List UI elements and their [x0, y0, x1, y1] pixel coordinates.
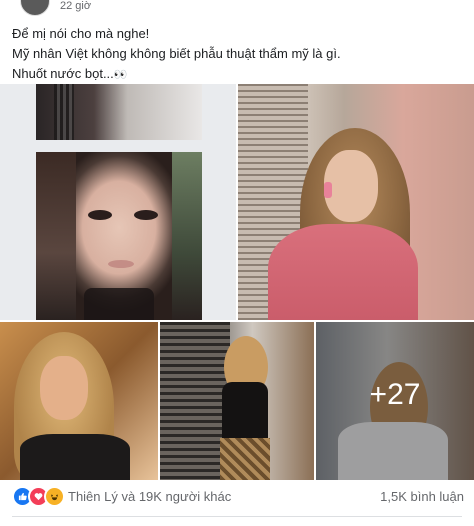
leopard-skirt: [220, 438, 270, 480]
earring: [324, 182, 332, 198]
photo-black-outfit[interactable]: [160, 322, 314, 480]
photo-face-closeup: [36, 152, 202, 320]
post-text-line: Nhuốt nước bọt...👀: [12, 64, 462, 85]
photo-strip: [36, 84, 202, 140]
post-text: Để mị nói cho mà nghe! Mỹ nhân Việt khôn…: [12, 24, 462, 85]
comments-count[interactable]: 1,5K bình luận: [380, 489, 464, 504]
post: 22 giờ Để mị nói cho mà nghe! Mỹ nhân Vi…: [0, 0, 474, 526]
post-text-line: Mỹ nhân Việt không không biết phẫu thuật…: [12, 46, 341, 61]
post-text-line: Để mị nói cho mà nghe!: [12, 26, 150, 41]
haha-icon: [44, 485, 65, 507]
eyes-emoji: 👀: [113, 69, 128, 81]
hair-left: [36, 152, 76, 320]
photo-more[interactable]: +27: [316, 322, 474, 480]
face: [40, 356, 88, 420]
more-photos-count: +27: [369, 378, 421, 411]
avatar[interactable]: [20, 0, 50, 16]
hair-right: [172, 152, 202, 320]
photo-grid: +27: [0, 84, 474, 480]
photo-pink-shirt[interactable]: [238, 84, 474, 320]
face: [324, 150, 378, 222]
reaction-summary[interactable]: Thiên Lý và 19K người khác: [68, 489, 231, 504]
top-strap: [84, 288, 154, 320]
mouth: [108, 260, 134, 268]
eye-right: [134, 210, 158, 220]
eye-left: [88, 210, 112, 220]
photo-collage[interactable]: [0, 84, 236, 320]
post-text-line-content: Nhuốt nước bọt...: [12, 66, 114, 81]
timestamp[interactable]: 22 giờ: [60, 0, 91, 12]
photo-golden-hair[interactable]: [0, 322, 158, 480]
divider: [12, 516, 462, 517]
reaction-icons[interactable]: [12, 485, 65, 507]
black-top: [20, 434, 130, 480]
pink-shirt: [268, 224, 418, 320]
